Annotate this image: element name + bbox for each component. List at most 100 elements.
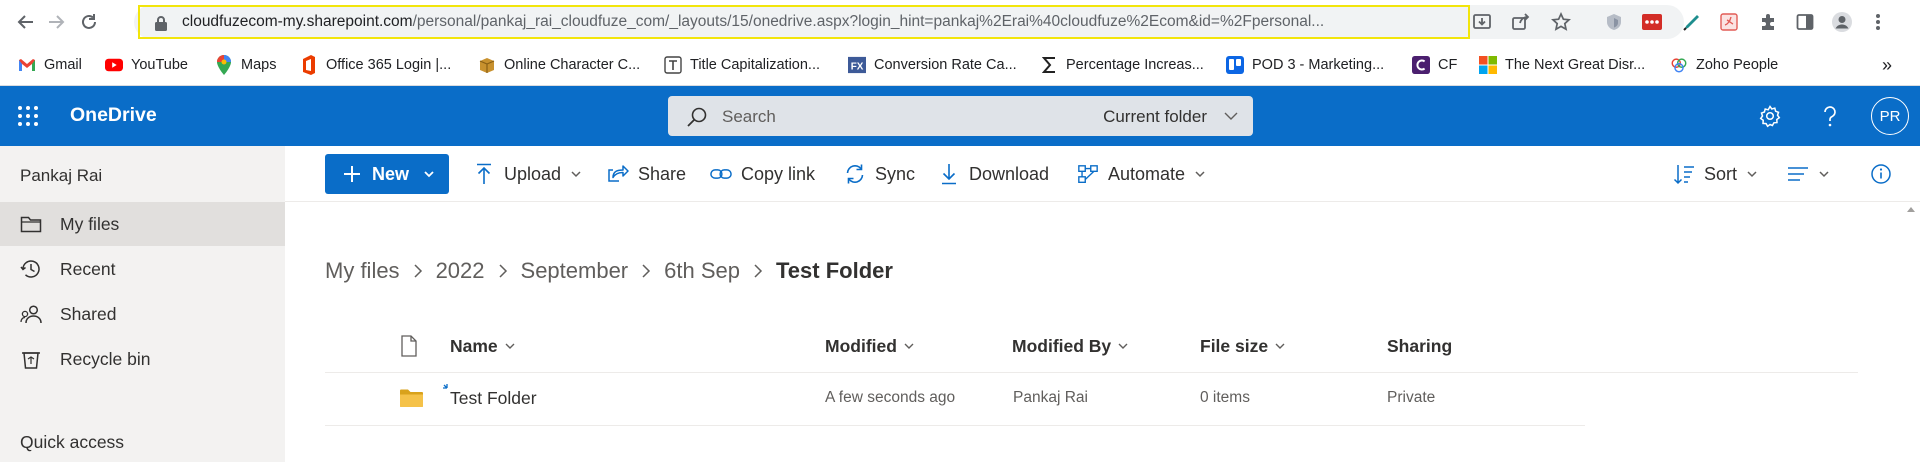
sharing-column-header[interactable]: Sharing bbox=[1387, 334, 1452, 358]
bookmark-youtube[interactable]: YouTube bbox=[105, 54, 188, 76]
breadcrumb-item[interactable]: My files bbox=[325, 258, 400, 284]
sync-label: Sync bbox=[875, 163, 916, 184]
modified-by-cell[interactable]: Pankaj Rai bbox=[1013, 389, 1088, 407]
back-button[interactable] bbox=[12, 8, 40, 36]
shield-extension-icon[interactable] bbox=[1602, 10, 1626, 34]
gmail-icon bbox=[18, 56, 36, 74]
plus-icon bbox=[344, 166, 360, 182]
bookmarks-overflow-button[interactable]: » bbox=[1882, 54, 1892, 76]
chevron-down-icon[interactable] bbox=[1223, 109, 1239, 123]
scrollbar-up-arrow[interactable] bbox=[1906, 205, 1916, 213]
reload-button[interactable] bbox=[75, 8, 103, 36]
bookmark-label: Percentage Increas... bbox=[1066, 57, 1204, 73]
file-size-column-header[interactable]: File size bbox=[1200, 334, 1286, 358]
upload-button[interactable]: Upload bbox=[473, 160, 582, 188]
sharing-cell[interactable]: Private bbox=[1387, 389, 1435, 407]
copy-link-button[interactable]: Copy link bbox=[710, 160, 815, 188]
nav-item-label: Shared bbox=[60, 304, 117, 324]
recycle-bin-icon bbox=[20, 349, 42, 369]
office-icon bbox=[300, 55, 318, 75]
url-path: /personal/pankaj_rai_cloudfuze_com/_layo… bbox=[412, 13, 1325, 30]
chevron-down-icon bbox=[571, 171, 581, 178]
breadcrumb: My files 2022 September 6th Sep Test Fol… bbox=[325, 256, 893, 286]
breadcrumb-item[interactable]: 2022 bbox=[436, 258, 485, 284]
bookmark-percentage-increase[interactable]: Percentage Increas... bbox=[1040, 54, 1204, 76]
sort-button[interactable]: Sort bbox=[1673, 160, 1758, 188]
bookmark-pod3-marketing[interactable]: POD 3 - Marketing... bbox=[1226, 54, 1384, 76]
nav-item-recent[interactable]: Recent bbox=[0, 247, 285, 291]
nav-item-shared[interactable]: Shared bbox=[0, 292, 285, 336]
chevron-down-icon bbox=[1747, 171, 1757, 178]
install-app-icon[interactable] bbox=[1470, 10, 1494, 34]
view-options-button[interactable] bbox=[1787, 160, 1830, 188]
automate-button[interactable]: Automate bbox=[1077, 160, 1206, 188]
modified-cell: A few seconds ago bbox=[825, 389, 956, 406]
app-launcher-icon[interactable] bbox=[14, 102, 42, 130]
nav-item-my-files[interactable]: My files bbox=[0, 202, 285, 246]
left-navigation: Pankaj Rai My files Recent Shared Recycl… bbox=[0, 146, 285, 462]
cf-icon bbox=[1412, 56, 1430, 74]
modified-by-column-header[interactable]: Modified By bbox=[1012, 334, 1129, 358]
settings-gear-icon[interactable] bbox=[1756, 102, 1784, 130]
app-title[interactable]: OneDrive bbox=[70, 104, 157, 127]
row-divider bbox=[325, 425, 1585, 426]
breadcrumb-item[interactable]: September bbox=[521, 258, 629, 284]
lastpass-extension-icon[interactable] bbox=[1640, 10, 1664, 34]
new-button[interactable]: New bbox=[325, 154, 449, 194]
nav-item-label: Recycle bin bbox=[60, 349, 151, 369]
url-domain: cloudfuzecom-my.sharepoint.com bbox=[182, 13, 413, 30]
share-button[interactable]: Share bbox=[607, 160, 686, 188]
pdf-extension-icon[interactable] bbox=[1717, 10, 1741, 34]
bookmark-label: Online Character C... bbox=[504, 57, 641, 73]
link-icon bbox=[710, 163, 732, 185]
bookmark-zoho-people[interactable]: Zoho People bbox=[1670, 54, 1778, 76]
file-type-icon bbox=[400, 335, 418, 357]
chrome-menu-icon[interactable] bbox=[1866, 10, 1890, 34]
bookmark-next-great-disruption[interactable]: The Next Great Disr... bbox=[1479, 54, 1645, 76]
folder-icon bbox=[399, 388, 424, 408]
profile-icon[interactable] bbox=[1830, 10, 1854, 34]
column-header-label: Sharing bbox=[1387, 335, 1453, 356]
file-name-link[interactable]: Test Folder bbox=[450, 388, 537, 409]
file-type-column-header[interactable] bbox=[400, 334, 418, 358]
bookmark-star-icon[interactable] bbox=[1549, 10, 1573, 34]
share-page-icon[interactable] bbox=[1509, 10, 1533, 34]
search-scope-selector[interactable]: Current folder bbox=[1103, 107, 1207, 127]
forward-button[interactable] bbox=[42, 8, 70, 36]
bookmark-label: Zoho People bbox=[1696, 57, 1779, 73]
sync-button[interactable]: Sync bbox=[844, 160, 915, 188]
upload-arrow-icon bbox=[473, 163, 495, 185]
bookmark-gmail[interactable]: Gmail bbox=[18, 54, 82, 76]
browser-toolbar: cloudfuzecom-my.sharepoint.com/personal/… bbox=[0, 0, 1920, 44]
account-avatar[interactable]: PR bbox=[1871, 97, 1909, 135]
quick-access-heading: Quick access bbox=[20, 432, 125, 452]
bookmark-character-counter[interactable]: Online Character C... bbox=[478, 54, 640, 76]
details-pane-button[interactable] bbox=[1870, 160, 1892, 188]
download-button[interactable]: Download bbox=[938, 160, 1049, 188]
modified-column-header[interactable]: Modified bbox=[825, 334, 915, 358]
box-icon bbox=[478, 56, 496, 74]
highlighter-extension-icon[interactable] bbox=[1680, 10, 1704, 34]
side-panel-icon[interactable] bbox=[1793, 10, 1817, 34]
address-bar[interactable]: cloudfuzecom-my.sharepoint.com/personal/… bbox=[138, 5, 1470, 39]
search-box[interactable]: Search Current folder bbox=[668, 96, 1253, 136]
bookmark-label: POD 3 - Marketing... bbox=[1252, 57, 1385, 73]
extensions-puzzle-icon[interactable] bbox=[1756, 10, 1780, 34]
bookmark-maps[interactable]: Maps bbox=[215, 54, 276, 76]
maps-icon bbox=[215, 55, 233, 75]
name-column-header[interactable]: Name bbox=[450, 334, 516, 358]
automate-flow-icon bbox=[1077, 163, 1099, 185]
bookmark-title-capitalization[interactable]: Title Capitalization... bbox=[664, 54, 820, 76]
nav-item-recycle-bin[interactable]: Recycle bin bbox=[0, 337, 285, 381]
chevron-right-icon bbox=[413, 263, 423, 279]
bookmark-cf[interactable]: CF bbox=[1412, 54, 1457, 76]
breadcrumb-item[interactable]: 6th Sep bbox=[664, 258, 740, 284]
bookmark-conversion-rate[interactable]: FX Conversion Rate Ca... bbox=[848, 54, 1017, 76]
help-icon[interactable] bbox=[1816, 102, 1844, 130]
column-header-label: File size bbox=[1200, 335, 1269, 356]
trello-icon bbox=[1226, 56, 1244, 74]
bookmark-office[interactable]: Office 365 Login |... bbox=[300, 54, 451, 76]
info-icon bbox=[1870, 163, 1892, 185]
chevron-down-icon bbox=[1275, 343, 1285, 349]
bookmark-label: Title Capitalization... bbox=[690, 57, 821, 73]
